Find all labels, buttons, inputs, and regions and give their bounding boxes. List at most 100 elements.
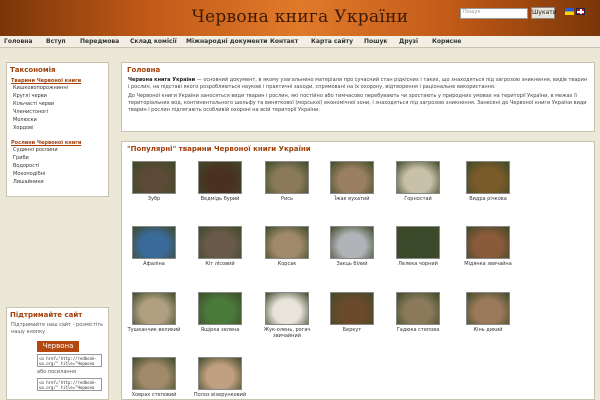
animal-photo[interactable]	[265, 226, 309, 259]
animal-name[interactable]: Ховрах степовий	[124, 392, 184, 398]
animal-name[interactable]: Кіт лісовий	[190, 261, 250, 267]
taxonomy-link[interactable]: Кільчасті черви	[7, 100, 108, 108]
link-code-field[interactable]: <a href="http://redbook-ua.org/" title="…	[37, 378, 102, 391]
animal-card[interactable]: Зубр	[124, 161, 184, 202]
taxonomy-link[interactable]: Хордові	[7, 124, 108, 132]
popular-animals-panel: "Популярні" тварини Червоної книги Украї…	[121, 141, 595, 400]
animal-photo[interactable]	[466, 226, 510, 259]
taxonomy-link[interactable]: Лишайники	[7, 178, 108, 186]
animal-photo[interactable]	[466, 161, 510, 194]
animal-photo[interactable]	[132, 226, 176, 259]
animal-photo[interactable]	[132, 161, 176, 194]
menu-item-intro[interactable]: Вступ	[46, 38, 66, 45]
animal-name[interactable]: Видра річкова	[458, 196, 518, 202]
support-title: Підтримайте сайт	[10, 311, 83, 319]
animal-name[interactable]: Беркут	[322, 327, 382, 333]
menu-item-home[interactable]: Головна	[4, 38, 32, 45]
taxonomy-link[interactable]: Гриби	[7, 154, 108, 162]
red-book-banner-button[interactable]: Червона	[37, 341, 79, 352]
animal-card[interactable]: Тушканчик великий	[124, 292, 184, 333]
animal-name[interactable]: Полоз візерунковий	[190, 392, 250, 398]
main-menu: Головна Вступ Передмова Склад комісії Мі…	[0, 36, 600, 48]
animal-name[interactable]: Горностай	[388, 196, 448, 202]
taxonomy-link[interactable]: Членистоногі	[7, 108, 108, 116]
animal-name[interactable]: Тушканчик великий	[124, 327, 184, 333]
animal-photo[interactable]	[198, 357, 242, 390]
animal-card[interactable]: Горностай	[388, 161, 448, 202]
animal-photo[interactable]	[198, 226, 242, 259]
animal-photo[interactable]	[466, 292, 510, 325]
animal-card[interactable]: Кінь дикий	[458, 292, 518, 333]
animal-name[interactable]: Корсак	[257, 261, 317, 267]
animal-photo[interactable]	[330, 161, 374, 194]
animal-card[interactable]: Їжак вухатий	[322, 161, 382, 202]
taxonomy-link[interactable]: Водорості	[7, 162, 108, 170]
plants-heading[interactable]: Рослини Червоної книги	[7, 137, 108, 146]
animal-name[interactable]: Мідянка звичайна	[458, 261, 518, 267]
home-panel: Головна Червона книга України — основний…	[121, 62, 595, 132]
book-name: Червона книга України	[128, 77, 196, 83]
animal-photo[interactable]	[265, 161, 309, 194]
menu-item-preface[interactable]: Передмова	[80, 38, 119, 45]
animal-name[interactable]: Кінь дикий	[458, 327, 518, 333]
animal-card[interactable]: Заєць білий	[322, 226, 382, 267]
animal-name[interactable]: Заєць білий	[322, 261, 382, 267]
animal-photo[interactable]	[132, 357, 176, 390]
or-link-text: або посилання	[37, 369, 76, 375]
animal-card[interactable]: Ховрах степовий	[124, 357, 184, 398]
animal-card[interactable]: Ведмідь бурий	[190, 161, 250, 202]
animal-card[interactable]: Видра річкова	[458, 161, 518, 202]
animal-name[interactable]: Ведмідь бурий	[190, 196, 250, 202]
animal-card[interactable]: Афаліна	[124, 226, 184, 267]
animal-card[interactable]: Полоз візерунковий	[190, 357, 250, 398]
animal-photo[interactable]	[396, 226, 440, 259]
animal-name[interactable]: Афаліна	[124, 261, 184, 267]
animal-photo[interactable]	[132, 292, 176, 325]
animal-photo[interactable]	[265, 292, 309, 325]
animals-heading[interactable]: Тварини Червоної книги	[7, 75, 108, 84]
animal-name[interactable]: Лелека чорний	[388, 261, 448, 267]
animal-card[interactable]: Рись	[257, 161, 317, 202]
menu-item-friends[interactable]: Друзі	[399, 38, 418, 45]
english-flag-icon[interactable]	[576, 8, 585, 15]
animal-name[interactable]: Зубр	[124, 196, 184, 202]
home-paragraph-2: До Червоної книги України заносяться вид…	[128, 93, 587, 113]
animal-name[interactable]: Жук-олень, рогач звичайний	[257, 327, 317, 339]
animal-name[interactable]: Ящірка зелена	[190, 327, 250, 333]
search-button[interactable]: Шукати	[531, 7, 557, 19]
animal-card[interactable]: Жук-олень, рогач звичайний	[257, 292, 317, 339]
taxonomy-link[interactable]: Круглі черви	[7, 92, 108, 100]
animal-name[interactable]: Їжак вухатий	[322, 196, 382, 202]
menu-item-documents[interactable]: Міжнародні документи	[186, 38, 268, 45]
animal-name[interactable]: Гадюка степова	[388, 327, 448, 333]
animal-name[interactable]: Рись	[257, 196, 317, 202]
home-paragraph-1: Червона книга України — основний докумен…	[122, 76, 594, 92]
taxonomy-link[interactable]: Судинні рослини	[7, 146, 108, 154]
menu-item-sitemap[interactable]: Карта сайту	[311, 38, 353, 45]
taxonomy-block: Таксономія Тварини Червоної книги Кишков…	[6, 62, 109, 197]
menu-item-search[interactable]: Пошук	[364, 38, 388, 45]
animal-card[interactable]: Лелека чорний	[388, 226, 448, 267]
taxonomy-link[interactable]: Молюски	[7, 116, 108, 124]
menu-item-commission[interactable]: Склад комісії	[130, 38, 177, 45]
animal-photo[interactable]	[198, 161, 242, 194]
taxonomy-link[interactable]: Мохоподібні	[7, 170, 108, 178]
support-block: Підтримайте сайт Підтримайте наш сайт - …	[6, 307, 109, 400]
menu-item-contact[interactable]: Контакт	[270, 38, 298, 45]
animal-card[interactable]: Гадюка степова	[388, 292, 448, 333]
animal-card[interactable]: Кіт лісовий	[190, 226, 250, 267]
animal-card[interactable]: Ящірка зелена	[190, 292, 250, 333]
menu-item-useful[interactable]: Корисне	[432, 38, 461, 45]
animal-photo[interactable]	[198, 292, 242, 325]
taxonomy-link[interactable]: Кишковопорожнинні	[7, 84, 108, 92]
ukrainian-flag-icon[interactable]	[565, 8, 574, 15]
animal-card[interactable]: Мідянка звичайна	[458, 226, 518, 267]
animal-photo[interactable]	[396, 292, 440, 325]
animal-card[interactable]: Корсак	[257, 226, 317, 267]
animal-photo[interactable]	[330, 226, 374, 259]
embed-code-field[interactable]: <a href="http://redbook-ua.org/" title="…	[37, 354, 102, 367]
animal-card[interactable]: Беркут	[322, 292, 382, 333]
animal-photo[interactable]	[396, 161, 440, 194]
search-input[interactable]: Пошук	[460, 8, 528, 19]
animal-photo[interactable]	[330, 292, 374, 325]
